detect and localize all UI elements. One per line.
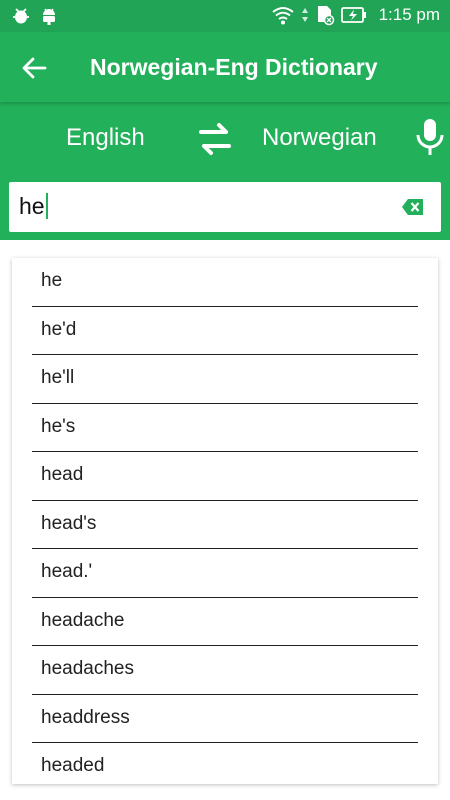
list-item-label: headed — [41, 755, 105, 776]
list-item[interactable]: headdress — [12, 695, 438, 743]
wifi-icon — [271, 7, 294, 25]
list-item-label: he'd — [41, 318, 77, 340]
list-item-label: head.' — [41, 561, 93, 582]
list-item[interactable]: he — [12, 258, 438, 307]
app-bar: Norwegian-Eng Dictionary — [0, 32, 450, 102]
list-item-label: headaches — [41, 658, 134, 679]
bug-icon — [13, 8, 29, 24]
clear-search-button[interactable] — [401, 197, 425, 217]
list-item[interactable]: head — [12, 452, 438, 501]
list-item-label: head's — [41, 512, 97, 534]
list-item-label: he'll — [41, 367, 75, 388]
microphone-icon — [416, 119, 444, 155]
status-bar: 1:15 pm — [0, 0, 450, 32]
search-box: he — [9, 182, 441, 232]
search-input-value: he — [19, 193, 45, 219]
suggestions-list: he he'd he'll he's head head's head.' headache h… — [12, 258, 438, 784]
target-language-button[interactable]: Norwegian — [262, 124, 377, 152]
data-arrows-icon — [301, 8, 308, 22]
backspace-icon — [402, 199, 423, 215]
list-item[interactable]: he'd — [12, 307, 438, 355]
text-cursor — [45, 193, 48, 219]
swap-arrows-icon — [199, 123, 231, 155]
list-item[interactable]: he's — [12, 404, 438, 452]
language-bar: English Norwegian he — [0, 102, 450, 240]
list-item[interactable]: headache — [12, 598, 438, 646]
list-item[interactable]: headaches — [12, 646, 438, 695]
list-item-label: headache — [41, 609, 125, 631]
swap-languages-button[interactable] — [196, 120, 234, 158]
status-time: 1:15 pm — [378, 5, 440, 24]
list-item[interactable]: headed — [12, 743, 438, 784]
battery-charging-icon — [340, 7, 366, 23]
page-title: Norwegian-Eng Dictionary — [90, 54, 378, 80]
source-language-button[interactable]: English — [66, 124, 145, 152]
list-item-label: he — [41, 270, 63, 291]
search-input[interactable]: he — [19, 193, 379, 220]
arrow-left-icon — [22, 57, 47, 79]
android-icon — [43, 8, 55, 25]
list-item-label: headdress — [41, 706, 130, 728]
list-item-label: head — [41, 464, 84, 485]
microphone-button[interactable] — [414, 117, 446, 157]
sd-card-icon — [317, 6, 334, 26]
list-item[interactable]: head.' — [12, 549, 438, 598]
list-item-label: he's — [41, 415, 76, 437]
list-item[interactable]: he'll — [12, 355, 438, 404]
back-button[interactable] — [18, 52, 50, 84]
list-item[interactable]: head's — [12, 501, 438, 549]
